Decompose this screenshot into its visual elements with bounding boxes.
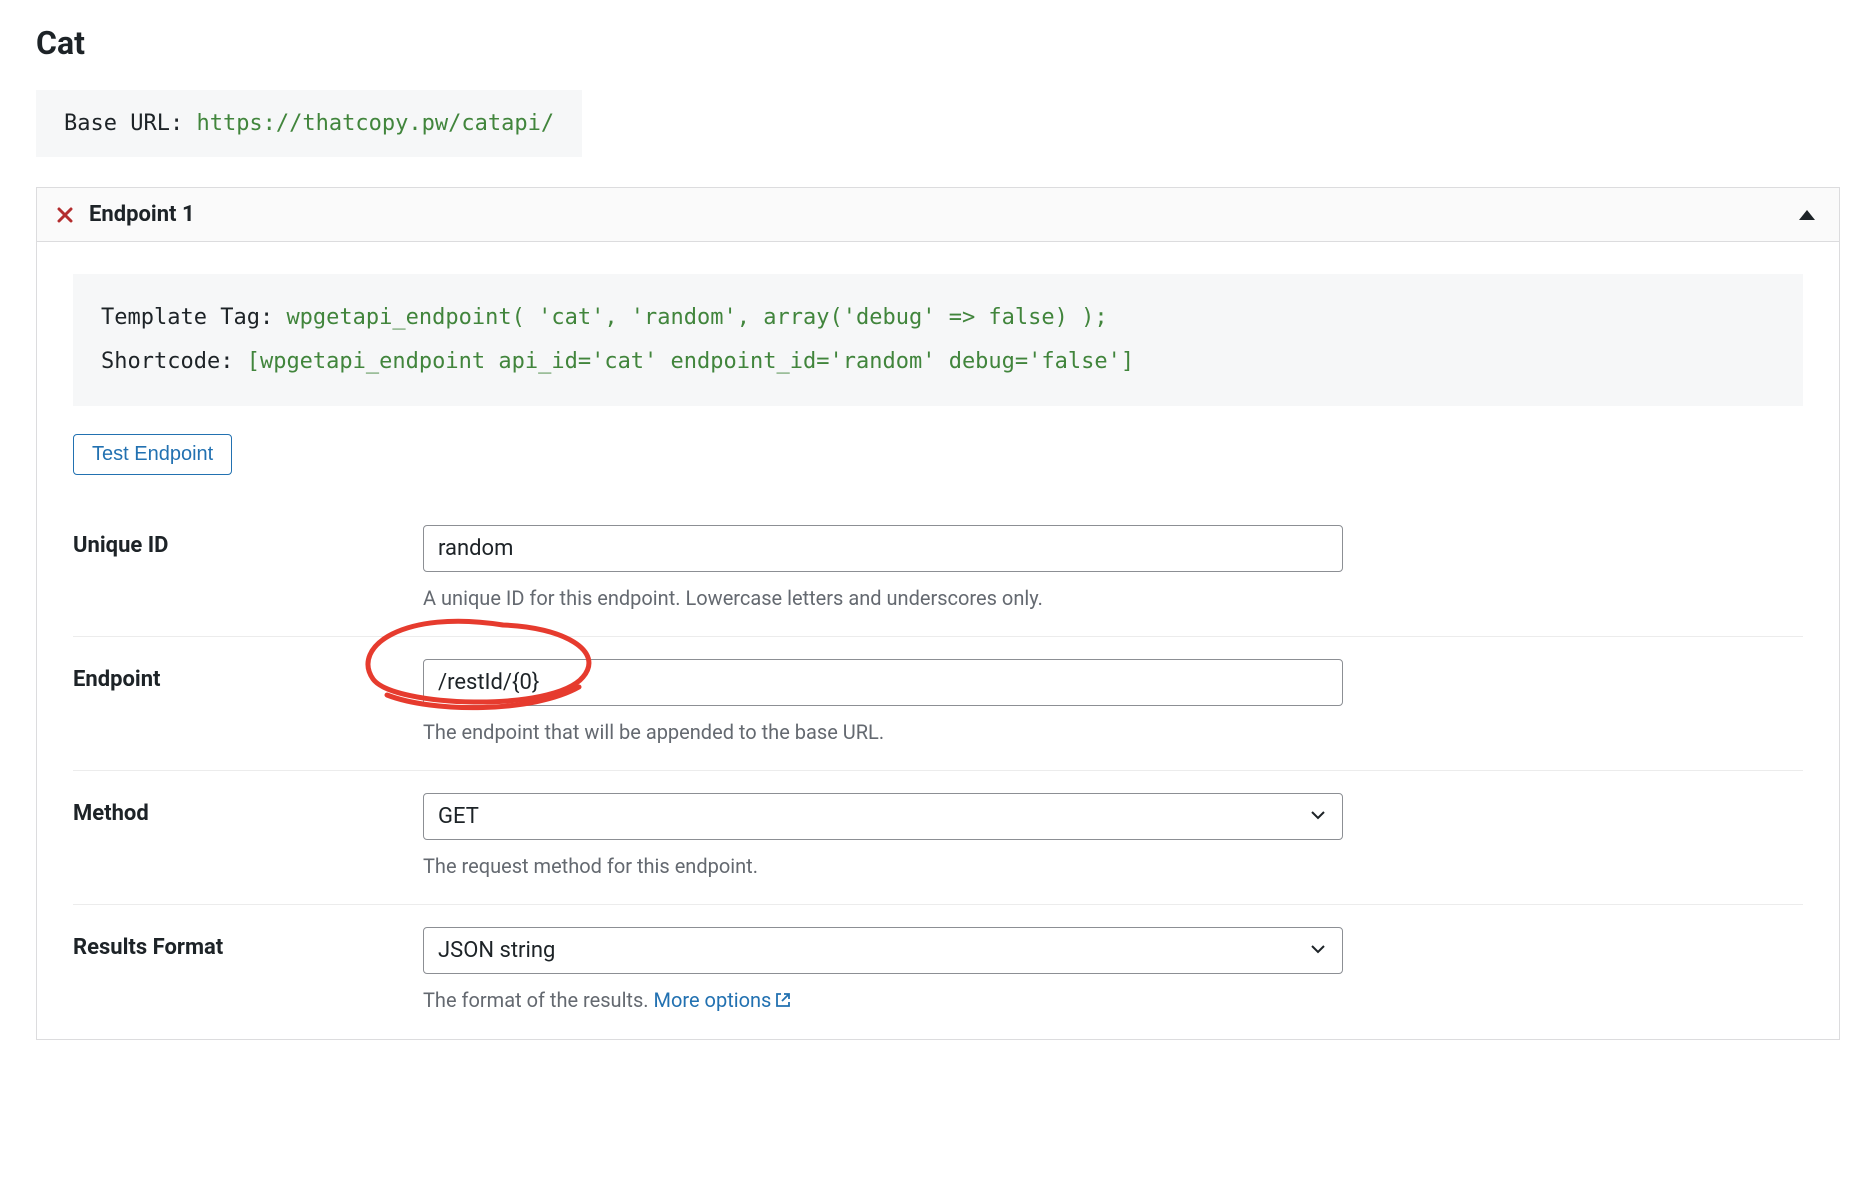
endpoint-panel-header[interactable]: Endpoint 1 <box>37 188 1839 242</box>
external-link-icon <box>775 989 791 1013</box>
unique-id-input[interactable] <box>423 525 1343 572</box>
results-format-select[interactable]: JSON string <box>423 927 1343 974</box>
template-tag-value: wpgetapi_endpoint( 'cat', 'random', arra… <box>286 305 1107 330</box>
method-label: Method <box>73 771 423 905</box>
results-format-help: The format of the results. More options <box>423 988 1803 1013</box>
collapse-icon[interactable] <box>1799 210 1815 220</box>
shortcode-value: [wpgetapi_endpoint api_id='cat' endpoint… <box>247 349 1134 374</box>
field-row-method: Method GET The request method for this e… <box>73 771 1803 905</box>
more-options-link[interactable]: More options <box>654 988 792 1012</box>
base-url-label: Base URL: <box>64 111 196 136</box>
method-select[interactable]: GET <box>423 793 1343 840</box>
endpoint-label: Endpoint <box>73 637 423 771</box>
test-endpoint-button[interactable]: Test Endpoint <box>73 434 232 475</box>
results-format-label: Results Format <box>73 905 423 1040</box>
base-url-box: Base URL: https://thatcopy.pw/catapi/ <box>36 90 582 157</box>
field-row-endpoint: Endpoint The endpoint that will be appen… <box>73 637 1803 771</box>
endpoint-input[interactable] <box>423 659 1343 706</box>
snippet-box: Template Tag: wpgetapi_endpoint( 'cat', … <box>73 274 1803 406</box>
shortcode-label: Shortcode: <box>101 349 247 374</box>
method-help: The request method for this endpoint. <box>423 854 1803 878</box>
field-row-unique-id: Unique ID A unique ID for this endpoint.… <box>73 503 1803 637</box>
unique-id-help: A unique ID for this endpoint. Lowercase… <box>423 586 1803 610</box>
endpoint-panel-title: Endpoint 1 <box>89 202 195 227</box>
template-tag-label: Template Tag: <box>101 305 286 330</box>
close-icon[interactable] <box>57 207 73 223</box>
base-url-value: https://thatcopy.pw/catapi/ <box>196 111 554 136</box>
field-row-results-format: Results Format JSON string The format of… <box>73 905 1803 1040</box>
endpoint-panel: Endpoint 1 Template Tag: wpgetapi_endpoi… <box>36 187 1840 1040</box>
page-title: Cat <box>36 24 1840 62</box>
unique-id-label: Unique ID <box>73 503 423 637</box>
endpoint-help: The endpoint that will be appended to th… <box>423 720 1803 744</box>
